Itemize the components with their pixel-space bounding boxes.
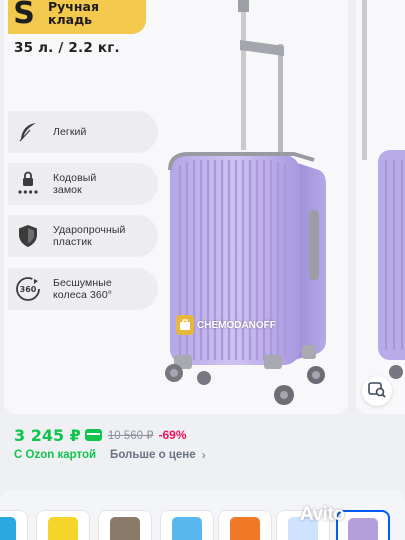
size-text-line2: кладь — [48, 12, 93, 27]
avito-watermark: Avito — [300, 504, 345, 525]
feature-label: Кодовый замок — [53, 172, 96, 196]
feature-label: Легкий — [53, 126, 86, 138]
variant-brown[interactable] — [98, 510, 152, 540]
feature-label-line1: Ударопрочный — [53, 224, 126, 236]
size-letter: S — [13, 0, 35, 31]
suitcase-image — [165, 0, 326, 405]
discount-badge: -69% — [158, 428, 187, 442]
more-price-link[interactable]: Больше о цене — [110, 449, 196, 461]
price-row: 3 245 ₽ 10 560 ₽ -69% — [14, 425, 187, 445]
variant-swatch — [48, 517, 78, 540]
feature-label-line2: колеса 360° — [53, 289, 113, 301]
size-badge: S Ручная кладь — [8, 0, 146, 34]
rotate-360-icon: 360 — [11, 272, 45, 306]
variant-swatch — [0, 517, 16, 540]
shield-icon — [11, 219, 45, 253]
feature-shield: Ударопрочный пластик — [8, 215, 158, 257]
feature-label-line1: Легкий — [53, 126, 87, 138]
brand-watermark: CHEMODANOFF — [176, 315, 276, 335]
image-search-button[interactable] — [362, 376, 392, 406]
feature-label-line2: замок — [53, 184, 82, 196]
feature-lock: Кодовый замок — [8, 163, 158, 205]
feature-label-line2: пластик — [53, 236, 92, 248]
variant-sky-blue[interactable] — [160, 510, 214, 540]
svg-text:360: 360 — [20, 285, 37, 294]
next-image-peek[interactable] — [356, 0, 405, 414]
feature-label: Ударопрочный пластик — [53, 224, 126, 248]
brand-watermark-text: CHEMODANOFF — [197, 319, 276, 331]
variant-swatch — [348, 518, 378, 540]
feature-wheels: 360 Бесшумные колеса 360° — [8, 268, 158, 310]
feature-label: Бесшумные колеса 360° — [53, 277, 112, 301]
variant-swatch — [110, 517, 140, 540]
bag-icon — [176, 315, 194, 335]
variant-swatch — [230, 517, 260, 540]
variant-yellow[interactable] — [36, 510, 90, 540]
suitcase-peek-image — [362, 0, 405, 379]
current-price: 3 245 ₽ — [14, 425, 81, 445]
feather-icon — [11, 115, 45, 149]
ozon-card-label: С Ozon картой — [14, 449, 97, 461]
variant-blue[interactable] — [0, 510, 28, 540]
ozon-card-icon — [84, 429, 102, 441]
variant-orange[interactable] — [218, 510, 272, 540]
old-price: 10 560 ₽ — [107, 430, 154, 442]
chevron-right-icon: › — [201, 448, 206, 462]
feature-label-line1: Кодовый — [53, 172, 97, 184]
feature-label-line1: Бесшумные — [53, 277, 112, 289]
product-image-card[interactable]: S Ручная кладь 35 л. / 2.2 кг. Легкий Ко… — [4, 0, 348, 414]
image-search-icon — [368, 380, 386, 403]
size-text: Ручная кладь — [48, 0, 99, 26]
lock-icon — [11, 167, 45, 201]
capacity-text: 35 л. / 2.2 кг. — [14, 40, 120, 56]
product-page: S Ручная кладь 35 л. / 2.2 кг. Легкий Ко… — [0, 0, 405, 540]
ozon-card-row: С Ozon картой Больше о цене › — [14, 448, 206, 462]
variant-swatch — [172, 517, 202, 540]
feature-light: Легкий — [8, 111, 158, 153]
